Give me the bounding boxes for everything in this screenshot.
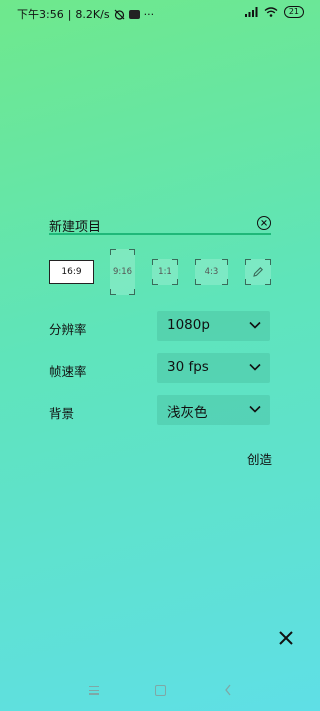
- status-left: 下午3:56 | 8.2K/s ···: [17, 6, 154, 22]
- frame-rate-value: 30 fps: [167, 359, 209, 375]
- home-icon[interactable]: [155, 685, 166, 696]
- resolution-label: 分辨率: [49, 322, 87, 337]
- recent-apps-icon[interactable]: [89, 686, 99, 697]
- create-button[interactable]: 创造: [247, 449, 272, 468]
- ratio-9-16-label: 9:16: [112, 267, 133, 277]
- ratio-16-9-label: 16:9: [61, 267, 82, 277]
- status-right: 21: [244, 6, 304, 18]
- chevron-down-icon: [249, 321, 261, 329]
- battery-icon: 21: [283, 6, 304, 18]
- ratio-1-1-button[interactable]: 1:1: [152, 259, 178, 285]
- ratio-9-16-button[interactable]: 9:16: [110, 249, 135, 295]
- ratio-1-1-label: 1:1: [158, 267, 172, 277]
- message-icon: [128, 9, 140, 19]
- frame-rate-select[interactable]: 30 fps: [157, 353, 270, 383]
- back-icon[interactable]: [224, 684, 232, 696]
- signal-icon: [244, 7, 258, 17]
- status-more: ···: [143, 7, 155, 21]
- project-name-field[interactable]: 新建项目: [49, 214, 271, 235]
- navigation-bar: [0, 680, 320, 702]
- pencil-icon: [253, 267, 263, 277]
- chevron-down-icon: [249, 405, 261, 413]
- alarm-off-icon: [114, 9, 125, 20]
- status-net-speed: 8.2K/s: [75, 7, 110, 21]
- wifi-icon: [264, 7, 278, 17]
- chevron-down-icon: [249, 363, 261, 371]
- ratio-16-9-button[interactable]: 16:9: [49, 260, 94, 284]
- background-value: 浅灰色: [167, 405, 208, 421]
- ratio-4-3-button[interactable]: 4:3: [195, 259, 228, 285]
- background-select[interactable]: 浅灰色: [157, 395, 270, 425]
- clear-icon[interactable]: [257, 216, 271, 230]
- ratio-custom-button[interactable]: [245, 259, 271, 285]
- resolution-value: 1080p: [167, 317, 210, 333]
- status-time: 下午3:56: [17, 8, 64, 21]
- frame-rate-label: 帧速率: [49, 364, 87, 379]
- background-label: 背景: [49, 406, 75, 421]
- resolution-select[interactable]: 1080p: [157, 311, 270, 341]
- ratio-4-3-label: 4:3: [204, 267, 219, 277]
- close-icon[interactable]: [278, 630, 294, 646]
- status-divider: |: [67, 7, 72, 21]
- project-name-underline: [49, 233, 271, 235]
- status-bar: 下午3:56 | 8.2K/s ··· 21: [0, 0, 320, 26]
